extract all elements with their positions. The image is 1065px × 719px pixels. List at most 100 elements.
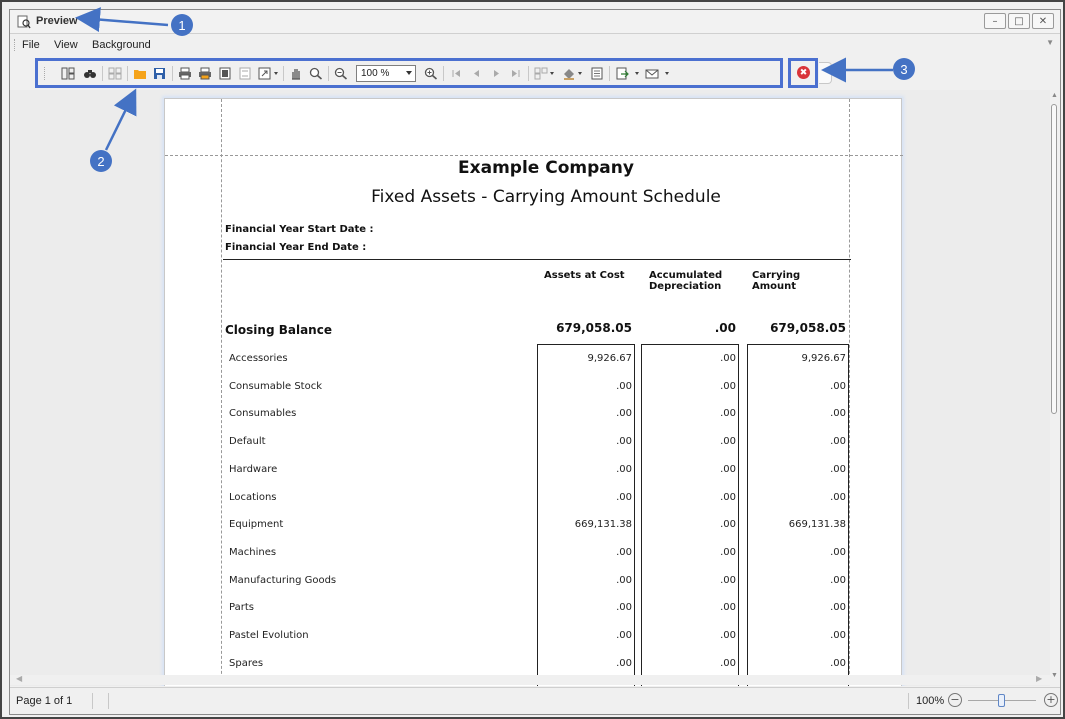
last-page-icon[interactable]: [509, 67, 523, 80]
header-rule: [223, 259, 851, 260]
status-divider: [108, 693, 109, 709]
zoom-combo[interactable]: 100 %: [356, 65, 416, 82]
toolbar-grip[interactable]: [44, 67, 45, 80]
chevron-down-icon[interactable]: [406, 71, 412, 75]
report-title: Fixed Assets - Carrying Amount Schedule: [371, 187, 721, 207]
closing-depr: .00: [714, 321, 736, 335]
page-setup-icon[interactable]: [218, 67, 232, 80]
window-frame: Preview – □ ✕ File View Background ▼ 100…: [0, 0, 1065, 719]
first-page-icon[interactable]: [449, 67, 463, 80]
close-preview-icon[interactable]: ✖: [797, 66, 810, 79]
col-header-depr-2: Depreciation: [649, 281, 722, 292]
vertical-scroll-thumb[interactable]: [1051, 104, 1057, 414]
send-email-icon[interactable]: [645, 67, 659, 80]
menu-view[interactable]: View: [54, 39, 78, 51]
preview-icon: [17, 15, 31, 29]
row-cost-value: .00: [616, 492, 632, 503]
document-viewport[interactable]: Example Company Fixed Assets - Carrying …: [10, 90, 1050, 686]
row-cost-value: 9,926.67: [587, 353, 632, 364]
row-carry-value: 669,131.38: [788, 519, 846, 530]
row-carry-value: .00: [830, 575, 846, 586]
print-icon[interactable]: [178, 67, 192, 80]
quick-print-icon[interactable]: [198, 67, 212, 80]
row-cost-value: .00: [616, 436, 632, 447]
report-page: Example Company Fixed Assets - Carrying …: [164, 98, 903, 686]
row-carry-value: .00: [830, 408, 846, 419]
scroll-right-icon[interactable]: ▶: [1036, 674, 1042, 683]
row-depr-value: .00: [720, 602, 736, 613]
minimize-button[interactable]: –: [984, 13, 1006, 29]
closing-cost: 679,058.05: [556, 321, 632, 335]
close-preview-frame: ✖: [788, 58, 818, 88]
search-icon[interactable]: [83, 67, 97, 80]
row-label: Parts: [229, 602, 254, 613]
toolbar-overflow-tab: [819, 62, 832, 84]
row-depr-value: .00: [720, 408, 736, 419]
next-page-icon[interactable]: [489, 67, 503, 80]
scale-icon[interactable]: [258, 67, 272, 80]
row-label: Accessories: [229, 353, 288, 364]
start-date-label: Financial Year Start Date :: [225, 224, 374, 235]
close-window-button[interactable]: ✕: [1032, 13, 1054, 29]
scroll-left-icon[interactable]: ◀: [16, 674, 22, 683]
row-cost-value: .00: [616, 464, 632, 475]
multiple-pages-icon[interactable]: [534, 67, 548, 80]
row-carry-value: .00: [830, 436, 846, 447]
closing-balance-label: Closing Balance: [225, 323, 332, 337]
col-header-depr-1: Accumulated: [649, 270, 723, 281]
zoom-slider-thumb[interactable]: [998, 694, 1005, 707]
row-cost-value: 669,131.38: [574, 519, 632, 530]
menu-overflow-icon[interactable]: ▼: [1046, 38, 1054, 47]
window-title: Preview: [36, 15, 78, 27]
row-label: Equipment: [229, 519, 284, 530]
menu-file[interactable]: File: [22, 39, 40, 51]
save-icon[interactable]: [153, 67, 167, 80]
col-header-cost: Assets at Cost: [544, 270, 625, 281]
fill-background-icon[interactable]: [562, 67, 576, 80]
preview-toolbar: 100 %: [35, 58, 783, 88]
watermark-icon[interactable]: [590, 67, 604, 80]
zoom-out-button[interactable]: −: [948, 693, 962, 707]
zoom-out-icon[interactable]: [334, 67, 348, 80]
magnifier-icon[interactable]: [309, 67, 323, 80]
row-carry-value: .00: [830, 630, 846, 641]
previous-page-icon[interactable]: [469, 67, 483, 80]
scroll-down-icon[interactable]: ▼: [1051, 672, 1058, 679]
horizontal-scrollbar[interactable]: ◀ ▶: [10, 674, 1050, 685]
col-header-carry-1: Carrying: [752, 270, 801, 281]
row-depr-value: .00: [720, 492, 736, 503]
row-depr-value: .00: [720, 381, 736, 392]
row-cost-value: .00: [616, 381, 632, 392]
preview-window: Preview – □ ✕ File View Background ▼ 100…: [9, 9, 1061, 715]
header-footer-icon[interactable]: [238, 67, 252, 80]
row-label: Default: [229, 436, 266, 447]
status-divider: [92, 693, 93, 709]
menu-background[interactable]: Background: [92, 39, 151, 51]
callout-3: 3: [893, 58, 915, 80]
menu-grip[interactable]: [14, 39, 17, 51]
row-depr-value: .00: [720, 519, 736, 530]
document-map-icon[interactable]: [61, 67, 75, 80]
callout-2: 2: [90, 150, 112, 172]
row-cost-value: .00: [616, 658, 632, 669]
maximize-button[interactable]: □: [1008, 13, 1030, 29]
row-label: Pastel Evolution: [229, 630, 309, 641]
open-icon[interactable]: [133, 67, 147, 80]
row-label: Spares: [229, 658, 264, 669]
export-icon[interactable]: [615, 67, 629, 80]
scroll-up-icon[interactable]: ▲: [1051, 92, 1058, 99]
row-depr-value: .00: [720, 575, 736, 586]
end-date-label: Financial Year End Date :: [225, 242, 367, 253]
row-carry-value: .00: [830, 492, 846, 503]
row-depr-value: .00: [720, 436, 736, 447]
vertical-scrollbar[interactable]: ▲ ▼: [1050, 90, 1060, 686]
hand-tool-icon[interactable]: [289, 67, 303, 80]
row-label: Manufacturing Goods: [229, 575, 337, 586]
report-company: Example Company: [458, 158, 634, 178]
zoom-percent: 100%: [916, 695, 945, 707]
zoom-in-icon[interactable]: [424, 67, 438, 80]
row-carry-value: .00: [830, 464, 846, 475]
thumbnails-icon[interactable]: [108, 67, 122, 80]
zoom-in-button[interactable]: +: [1044, 693, 1058, 707]
title-bar: Preview – □ ✕: [10, 10, 1060, 34]
